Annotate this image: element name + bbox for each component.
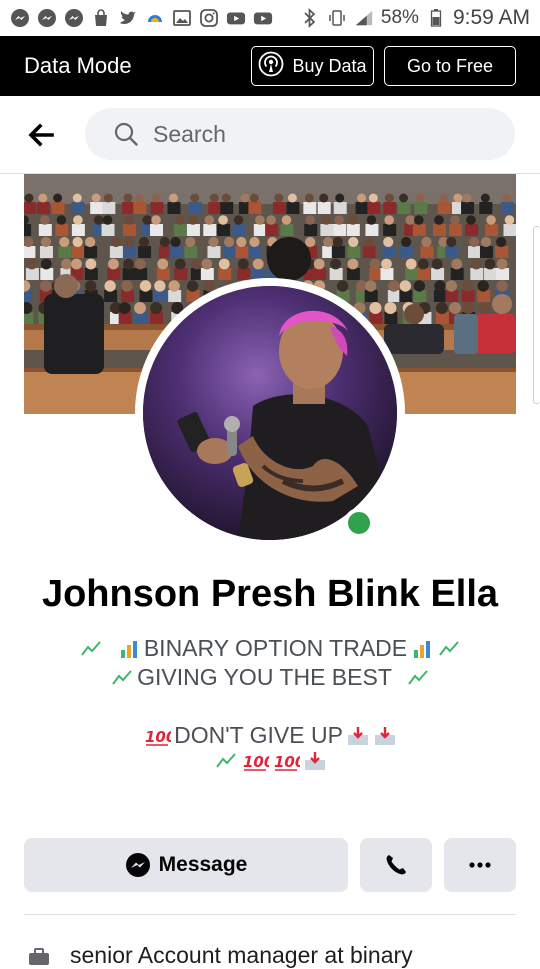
twitter-icon — [118, 8, 138, 28]
bar-chart-icon-2 — [411, 638, 434, 659]
chart-increasing-icon-2 — [438, 638, 461, 659]
speaker-image — [143, 286, 397, 540]
search-icon — [114, 122, 138, 146]
gallery-icon — [172, 8, 192, 28]
shopping-bag-icon — [91, 8, 111, 28]
go-to-free-button[interactable]: Go to Free — [384, 46, 516, 86]
data-mode-bar: Data Mode Buy Data Go to Free — [0, 36, 540, 96]
profile-photo — [143, 286, 397, 540]
instagram-icon — [199, 8, 219, 28]
messenger-icon-button — [125, 853, 150, 877]
svg-text:100: 100 — [145, 728, 171, 746]
bio-line-3: 100 DON'T GIVE UP — [40, 721, 500, 750]
messenger-icon-2 — [37, 8, 57, 28]
chart-increasing-icon — [79, 638, 102, 659]
back-button[interactable] — [26, 120, 56, 150]
hundred-points-icon-2: 100 — [243, 753, 269, 771]
profile-actions: Message — [24, 838, 516, 892]
inbox-tray-icon-2 — [374, 726, 395, 745]
battery-icon — [426, 8, 446, 28]
vibrate-icon — [327, 8, 347, 28]
buy-data-label: Buy Data — [292, 55, 367, 76]
more-options-button[interactable] — [444, 838, 516, 892]
notification-icons — [10, 8, 273, 28]
svg-text:100: 100 — [274, 753, 300, 771]
status-bar: 58% 9:59 AM — [0, 0, 540, 36]
profile-picture[interactable] — [135, 278, 405, 548]
hundred-points-icon-3: 100 — [274, 753, 300, 771]
message-button[interactable]: Message — [24, 838, 348, 892]
signal-icon — [354, 8, 374, 28]
bio: BINARY OPTION TRADE GIVING YOU THE BEST … — [40, 634, 500, 772]
search-header — [0, 96, 540, 174]
back-arrow-icon — [28, 123, 54, 147]
chart-increasing-icon-3 — [111, 667, 134, 688]
briefcase-icon — [29, 948, 49, 965]
youtube-icon — [226, 8, 246, 28]
bar-chart-icon — [117, 638, 140, 659]
buy-data-button[interactable]: Buy Data — [251, 46, 374, 86]
bio-line-1-text: BINARY OPTION TRADE — [143, 635, 408, 661]
messenger-icon — [10, 8, 30, 28]
bio-line-3-text: DON'T GIVE UP — [174, 722, 343, 748]
bio-line-1: BINARY OPTION TRADE — [40, 634, 500, 663]
messenger-icon-3 — [64, 8, 84, 28]
section-divider — [24, 914, 516, 915]
search-input[interactable] — [151, 119, 475, 149]
clock: 9:59 AM — [452, 6, 530, 29]
ellipsis-icon — [469, 862, 491, 868]
chart-increasing-icon-5 — [214, 751, 237, 771]
search-box[interactable] — [85, 108, 515, 160]
broadcast-icon — [258, 51, 284, 82]
chart-increasing-icon-4 — [406, 667, 429, 688]
call-button[interactable] — [360, 838, 432, 892]
message-label: Message — [158, 853, 248, 876]
inbox-tray-icon — [347, 726, 368, 745]
hundred-points-icon: 100 — [145, 728, 171, 746]
scroll-edge — [533, 226, 540, 404]
online-status-indicator — [344, 508, 374, 538]
bluetooth-icon — [300, 8, 320, 28]
system-status: 58% 9:59 AM — [300, 6, 530, 30]
work-info: senior Account manager at binary — [70, 942, 413, 968]
profile-name: Johnson Presh Blink Ella — [41, 573, 499, 615]
bio-line-2: GIVING YOU THE BEST — [40, 663, 500, 692]
app-icon — [145, 8, 165, 28]
youtube-icon-2 — [253, 8, 273, 28]
inbox-tray-icon-3 — [304, 752, 325, 770]
phone-icon — [386, 855, 406, 875]
go-to-free-label: Go to Free — [406, 55, 494, 76]
bio-line-2-text: GIVING YOU THE BEST — [137, 664, 392, 690]
svg-text:100: 100 — [243, 753, 269, 771]
bio-line-4: 100 100 — [40, 750, 500, 772]
battery-percent: 58% — [380, 7, 419, 28]
data-mode-title: Data Mode — [24, 53, 132, 78]
